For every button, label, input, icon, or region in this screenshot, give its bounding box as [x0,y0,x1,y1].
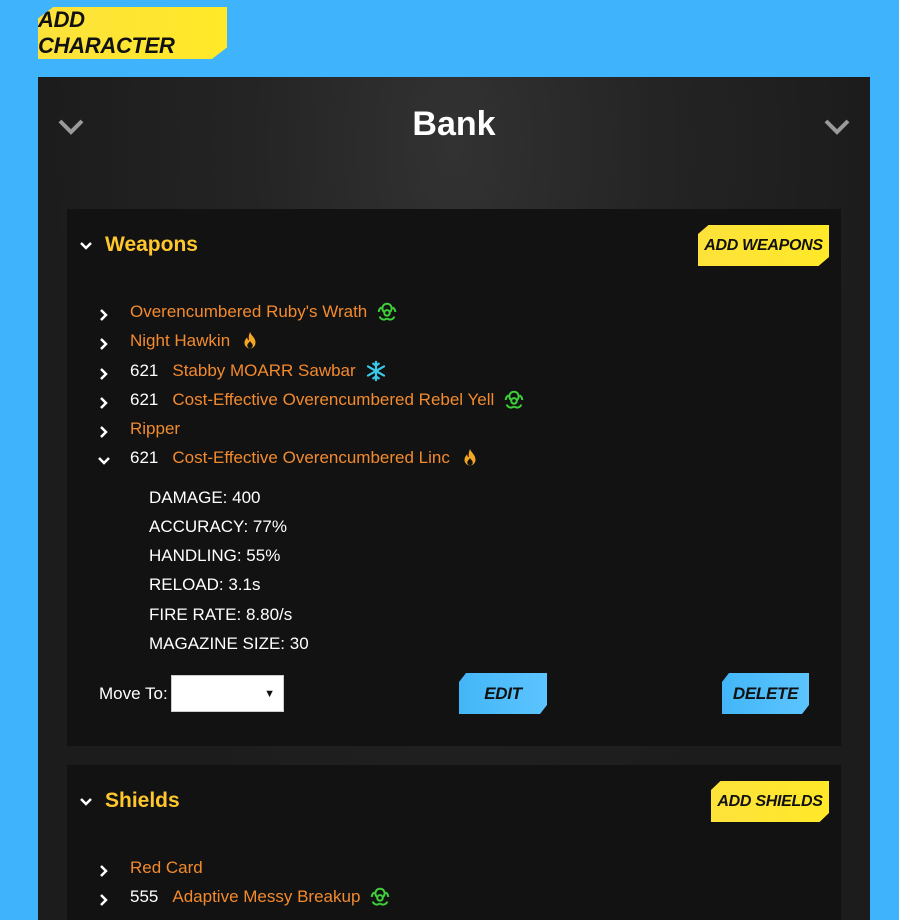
chevron-right-icon[interactable] [98,394,110,409]
weapons-toggle-chevron-icon[interactable] [79,239,93,251]
corrosive-icon [369,886,391,908]
add-shields-button[interactable]: ADD SHIELDS [711,781,829,822]
item-name[interactable]: Ripper [130,419,180,439]
item-name[interactable]: Cost-Effective Overencumbered Rebel Yell [172,390,494,410]
item-name[interactable]: Overencumbered Ruby's Wrath [130,302,367,322]
move-to-select[interactable]: ▼ [171,675,284,712]
item-name[interactable]: Cost-Effective Overencumbered Linc [172,448,449,468]
weapons-panel: Weapons ADD WEAPONS Overencumbered Ruby'… [67,209,841,746]
corrosive-icon [503,389,525,411]
shields-toggle-chevron-icon[interactable] [79,795,93,807]
weapon-list-item[interactable]: 621 Stabby MOARR Sawbar [98,358,387,384]
edit-button[interactable]: EDIT [459,673,547,714]
item-name[interactable]: Night Hawkin [130,331,230,351]
chevron-right-icon[interactable] [98,423,110,438]
stat-accuracy: ACCURACY: 77% [149,517,287,536]
weapon-list-item[interactable]: Overencumbered Ruby's Wrath [98,299,398,325]
weapon-list-item[interactable]: 621 Cost-Effective Overencumbered Rebel Y… [98,387,525,413]
stat-damage: DAMAGE: 400 [149,488,261,507]
stat-magazine-size: MAGAZINE SIZE: 30 [149,634,309,653]
item-name[interactable]: Stabby MOARR Sawbar [172,361,355,381]
weapon-list-item[interactable]: Night Hawkin [98,328,261,354]
item-level: 621 [130,390,159,409]
chevron-right-icon[interactable] [98,891,110,906]
item-level: 555 [130,887,159,906]
chevron-right-icon[interactable] [98,335,110,350]
shields-panel: Shields ADD SHIELDS Red Card 555 Adaptive … [67,765,841,920]
stat-handling: HANDLING: 55% [149,546,281,565]
item-level: 621 [130,448,159,467]
chevron-right-icon[interactable] [98,365,110,380]
fire-icon [459,447,481,469]
weapon-list-item[interactable]: 621 Cost-Effective Overencumbered Linc [98,445,481,471]
fire-icon [239,330,261,352]
chevron-right-icon[interactable] [98,862,110,877]
chevron-right-icon[interactable] [98,306,110,321]
delete-button[interactable]: DELETE [722,673,809,714]
weapon-list-item[interactable]: Ripper [98,416,180,442]
shield-list-item[interactable]: 555 Adaptive Messy Breakup [98,884,391,910]
stat-reload: RELOAD: 3.1s [149,575,261,594]
add-character-button[interactable]: ADD CHARACTER [38,7,227,59]
move-to-label: Move To: [99,684,168,703]
shield-list-item[interactable]: Red Card [98,855,203,881]
bank-title: Bank [412,105,496,143]
dropdown-caret-icon: ▼ [264,688,275,700]
shields-title: Shields [105,789,180,812]
item-name[interactable]: Red Card [130,858,203,878]
add-weapons-button[interactable]: ADD WEAPONS [698,225,829,266]
item-name[interactable]: Adaptive Messy Breakup [172,887,360,907]
collapse-right-chevron-icon[interactable] [822,115,852,139]
weapons-title: Weapons [105,233,198,256]
item-level: 621 [130,361,159,380]
cryo-icon [365,360,387,382]
corrosive-icon [376,301,398,323]
bank-section: Bank Weapons ADD WEAPONS Overencumbered … [38,77,870,920]
chevron-down-icon[interactable] [98,452,110,465]
stat-fire-rate: FIRE RATE: 8.80/s [149,605,293,624]
